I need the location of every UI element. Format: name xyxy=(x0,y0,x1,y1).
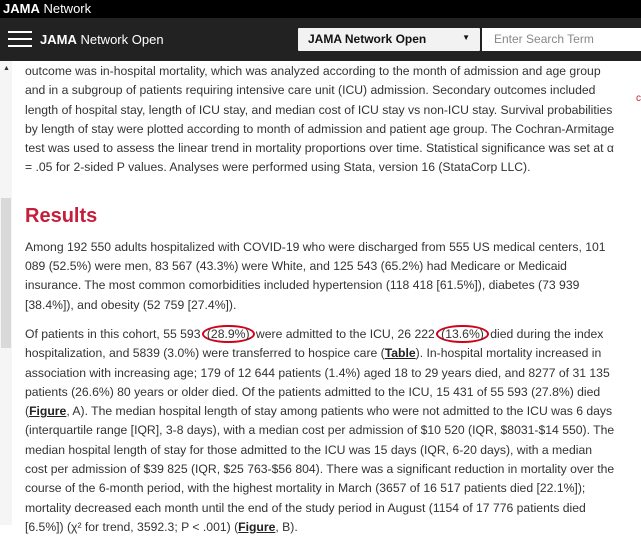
circled-annotation: (13.6%) xyxy=(436,324,489,343)
scrollbar-thumb[interactable] xyxy=(1,198,11,348)
top-bar: JAMA Network xyxy=(0,0,641,18)
results-paragraph-2: Of patients in this cohort, 55 593 (28.9… xyxy=(25,324,615,537)
text-run: were admitted to the ICU, 26 222 xyxy=(252,326,439,341)
logo-bold: JAMA xyxy=(3,1,40,16)
results-heading: Results xyxy=(25,204,98,227)
journal-select[interactable]: JAMA Network Open ▼ xyxy=(298,28,480,51)
jama-network-logo[interactable]: JAMA Network xyxy=(3,1,91,17)
logo-rest: Network xyxy=(39,1,92,16)
journal-title[interactable]: JAMA Network Open xyxy=(40,31,164,48)
search-placeholder: Enter Search Term xyxy=(494,32,594,46)
figure-link[interactable]: Figure xyxy=(29,404,66,418)
menu-icon[interactable] xyxy=(8,31,32,48)
text-run: Of patients in this cohort, 55 593 xyxy=(25,326,204,341)
dropdown-caret-icon: ▼ xyxy=(462,33,470,42)
journal-bold: JAMA xyxy=(40,32,77,47)
journal-rest: Network Open xyxy=(76,32,164,47)
text-run: , A). The median hospital length of stay… xyxy=(25,404,615,534)
search-input[interactable]: Enter Search Term xyxy=(482,28,641,51)
circled-annotation: (28.9%) xyxy=(201,324,255,343)
scroll-up-arrow-icon[interactable]: ▲ xyxy=(3,65,10,72)
journal-select-value: JAMA Network Open xyxy=(308,32,427,46)
scrollbar[interactable]: ▲ xyxy=(0,61,12,525)
article-body: outcome was in-hospital mortality, which… xyxy=(25,62,615,537)
results-paragraph-1: Among 192 550 adults hospitalized with C… xyxy=(25,239,606,312)
nav-bar: JAMA Network Open JAMA Network Open ▼ En… xyxy=(0,18,641,61)
text-run: , B). xyxy=(275,519,298,534)
side-panel-fragment: c xyxy=(636,93,641,104)
figure-link[interactable]: Figure xyxy=(238,520,275,534)
table-link[interactable]: Table xyxy=(385,346,416,360)
methods-paragraph: outcome was in-hospital mortality, which… xyxy=(25,64,615,175)
